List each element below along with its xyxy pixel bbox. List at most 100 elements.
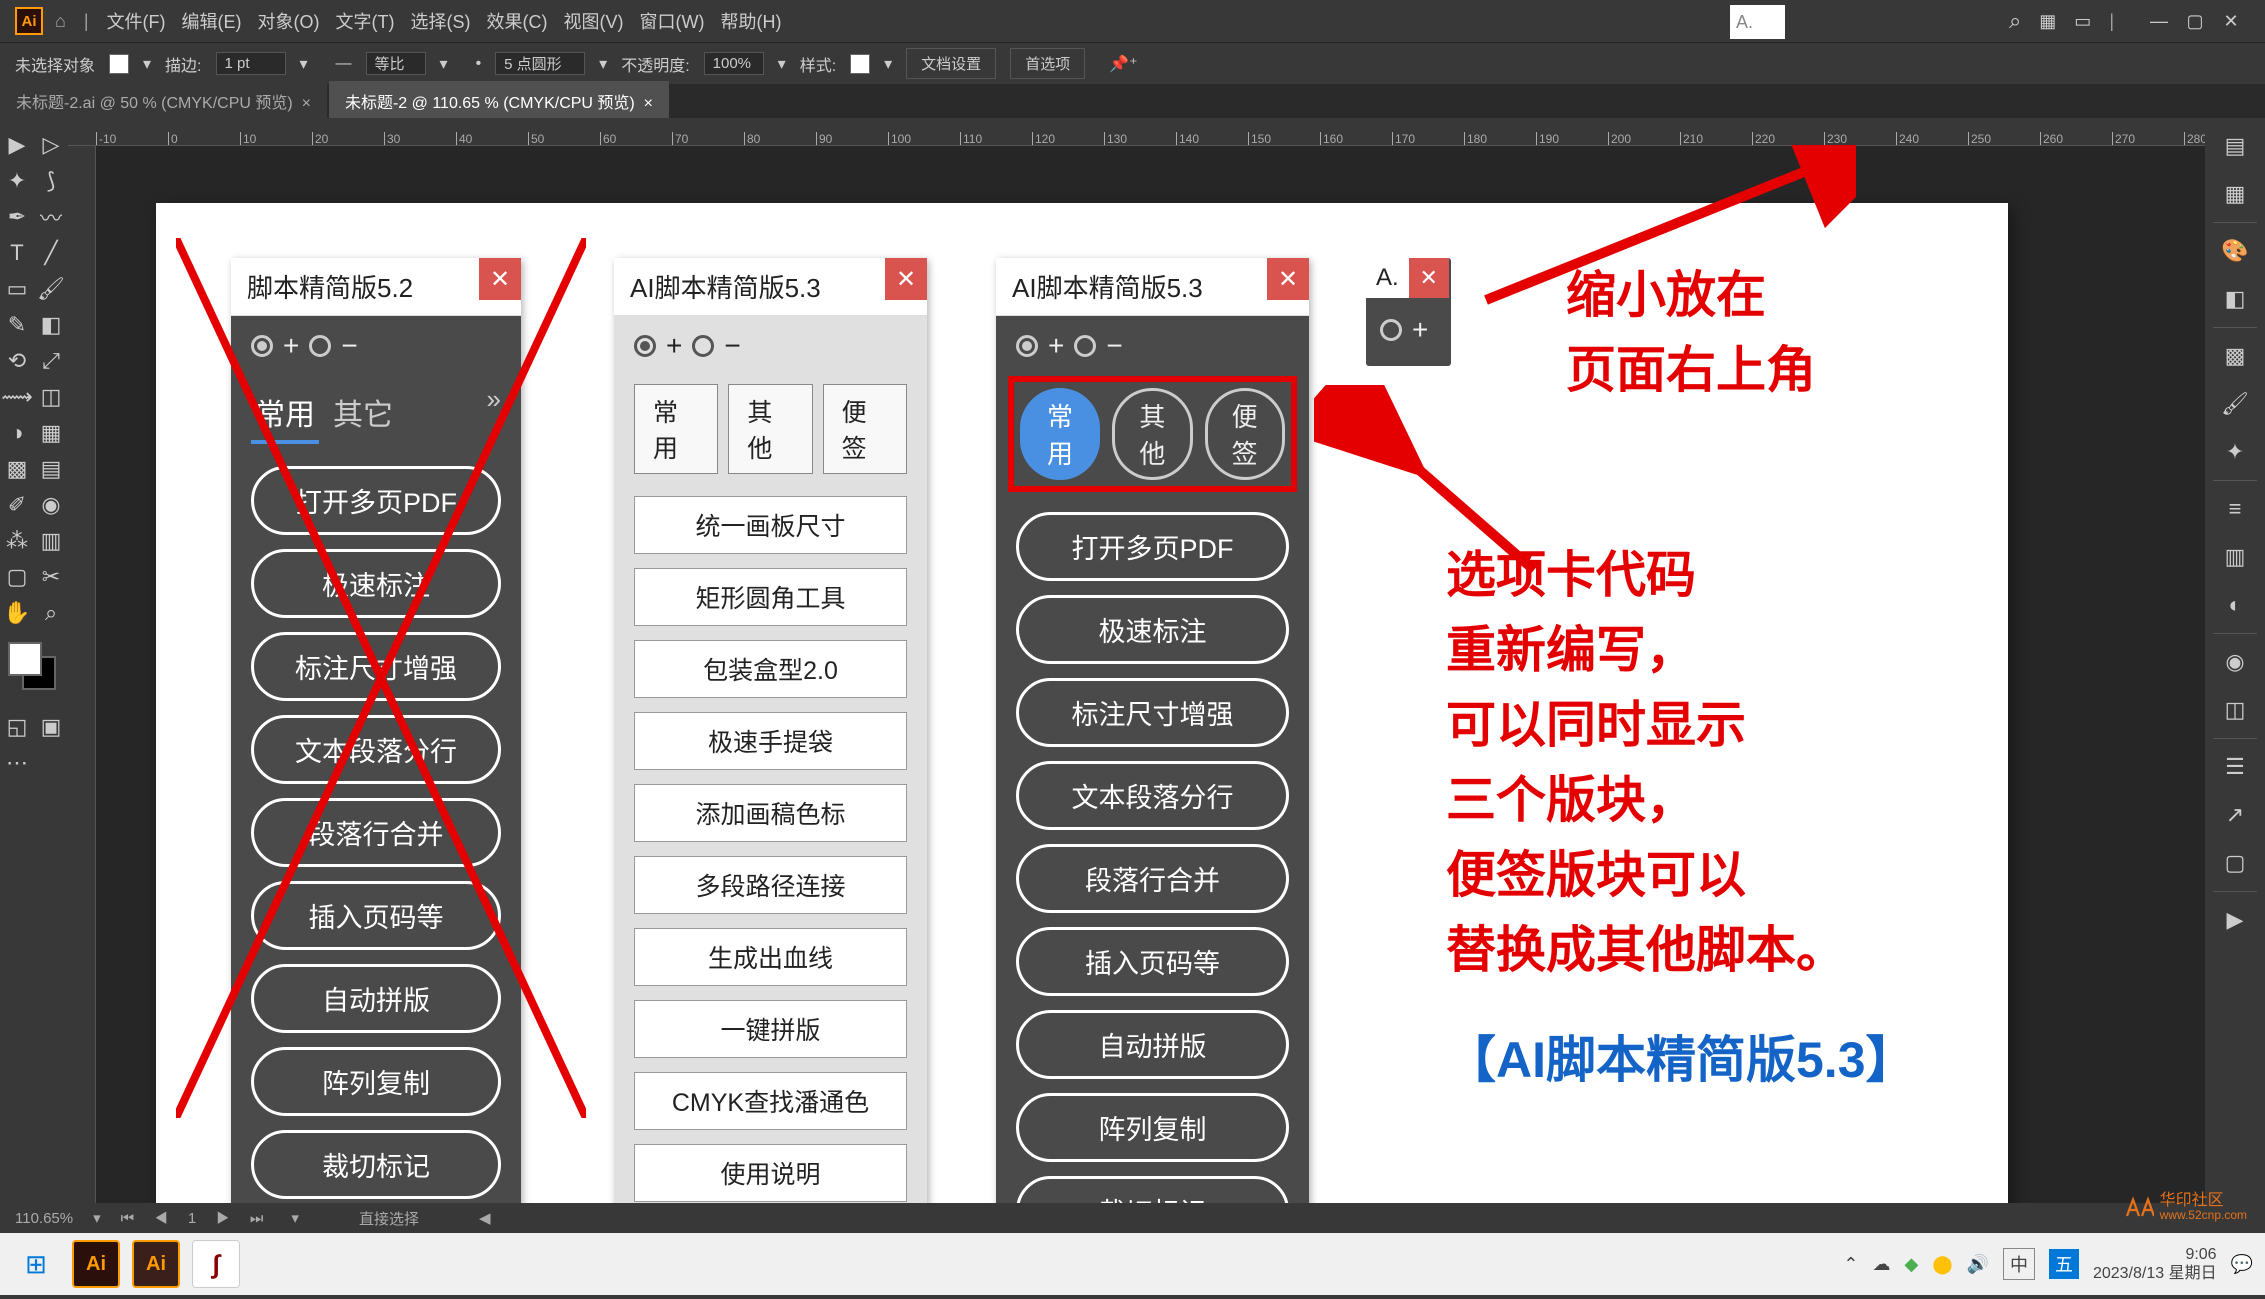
preferences-button[interactable]: 首选项 <box>1010 48 1085 79</box>
radio-on[interactable] <box>251 335 273 357</box>
close-button[interactable]: ✕ <box>479 258 521 300</box>
shaper-tool[interactable]: ✎ <box>0 308 34 342</box>
btn-cmyk-pantone[interactable]: CMYK查找潘通色 <box>634 1072 907 1130</box>
doc-tab-2[interactable]: 未标题-2 @ 110.65 % (CMYK/CPU 预览) × <box>329 81 669 121</box>
stroke-width-input[interactable] <box>216 52 286 75</box>
rotate-tool[interactable]: ⟲ <box>0 344 34 378</box>
btn-merge-lines[interactable]: 段落行合并 <box>1016 844 1289 913</box>
line-tool[interactable]: ╱ <box>34 236 68 270</box>
nav-arrows[interactable]: ⏮ ◀ 1 ▶ ⏭ <box>121 1210 272 1227</box>
btn-insert-page[interactable]: 插入页码等 <box>251 881 501 950</box>
script-search-field[interactable]: A. <box>1730 5 1785 39</box>
arrange-docs-icon[interactable]: ▦ <box>2039 11 2056 32</box>
btn-join-paths[interactable]: 多段路径连接 <box>634 856 907 914</box>
shape-builder-tool[interactable]: ◑ <box>0 416 34 450</box>
tab-common[interactable]: 常用 <box>1020 388 1100 480</box>
menu-type[interactable]: 文字(T) <box>336 8 395 34</box>
magic-wand-tool[interactable]: ✦ <box>0 164 34 198</box>
notifications-icon[interactable]: 💬 <box>2231 1254 2253 1275</box>
tray-volume-icon[interactable]: 🔊 <box>1967 1254 1989 1275</box>
btn-text-split[interactable]: 文本段落分行 <box>251 715 501 784</box>
tab-common[interactable]: 常用 <box>251 384 319 444</box>
btn-box-type[interactable]: 包装盒型2.0 <box>634 640 907 698</box>
tray-net-icon[interactable]: ⬤ <box>1932 1254 1952 1275</box>
asset-panel-icon[interactable]: ↗ <box>2215 795 2255 835</box>
radio-on[interactable] <box>1016 335 1038 357</box>
radio-off[interactable] <box>309 335 331 357</box>
expand-icon[interactable]: » <box>487 384 501 444</box>
tray-ime-icon-zh[interactable]: 中 <box>2003 1248 2035 1280</box>
opacity-input[interactable] <box>704 52 764 75</box>
radio-off[interactable] <box>692 335 714 357</box>
taskbar-app-3[interactable]: ∫ <box>192 1240 240 1288</box>
color-guide-icon[interactable]: ◧ <box>2215 279 2255 319</box>
symbols-panel-icon[interactable]: ✦ <box>2215 432 2255 472</box>
btn-insert-page[interactable]: 插入页码等 <box>1016 927 1289 996</box>
uniform-dropdown[interactable] <box>366 52 426 75</box>
align-icon[interactable]: 📌⁺ <box>1109 54 1137 74</box>
curvature-tool[interactable]: 〰 <box>34 200 68 234</box>
gradient-tool[interactable]: ▤ <box>34 452 68 486</box>
close-button[interactable]: ✕ <box>1267 258 1309 300</box>
close-button[interactable]: ✕ <box>1409 258 1449 298</box>
search-icon[interactable]: ⌕ <box>2009 8 2021 34</box>
graphic-styles-icon[interactable]: ◫ <box>2215 690 2255 730</box>
fill-swatch[interactable] <box>109 54 129 74</box>
pen-tool[interactable]: ✒ <box>0 200 34 234</box>
btn-text-split[interactable]: 文本段落分行 <box>1016 761 1289 830</box>
btn-unify-artboard[interactable]: 统一画板尺寸 <box>634 496 907 554</box>
canvas[interactable]: -100102030405060708090100110120130140150… <box>68 118 2205 1203</box>
menu-help[interactable]: 帮助(H) <box>721 8 782 34</box>
btn-help[interactable]: 使用说明 <box>634 1144 907 1202</box>
width-tool[interactable]: ⟿ <box>0 380 34 414</box>
tab-other[interactable]: 其他 <box>1112 388 1192 480</box>
symbol-sprayer-tool[interactable]: ⁂ <box>0 524 34 558</box>
menu-select[interactable]: 选择(S) <box>411 8 471 34</box>
edit-toolbar[interactable]: ⋯ <box>0 746 34 780</box>
btn-array-copy[interactable]: 阵列复制 <box>1016 1093 1289 1162</box>
drawing-mode[interactable]: ◱ <box>0 710 34 744</box>
btn-bleed-line[interactable]: 生成出血线 <box>634 928 907 986</box>
btn-open-pdf[interactable]: 打开多页PDF <box>1016 512 1289 581</box>
tray-ime-icon[interactable]: 五 <box>2049 1249 2079 1279</box>
btn-dimension[interactable]: 标注尺寸增强 <box>251 632 501 701</box>
stroke-panel-icon[interactable]: ≡ <box>2215 489 2255 529</box>
menu-effect[interactable]: 效果(C) <box>487 8 548 34</box>
mesh-tool[interactable]: ▩ <box>0 452 34 486</box>
hand-tool[interactable]: ✋ <box>0 596 34 630</box>
tab-notes[interactable]: 便签 <box>1205 388 1285 480</box>
tray-cloud-icon[interactable]: ☁ <box>1873 1254 1891 1275</box>
direct-selection-tool[interactable]: ▷ <box>34 128 68 162</box>
libraries-panel-icon[interactable]: ▦ <box>2215 174 2255 214</box>
zoom-level[interactable]: 110.65% <box>15 1210 73 1227</box>
menu-file[interactable]: 文件(F) <box>107 8 166 34</box>
btn-crop-marks[interactable]: 裁切标记 <box>251 1130 501 1199</box>
type-tool[interactable]: T <box>0 236 34 270</box>
home-icon[interactable]: ⌂ <box>55 11 66 32</box>
brushes-panel-icon[interactable]: 🖌 <box>2215 384 2255 424</box>
menu-view[interactable]: 视图(V) <box>564 8 624 34</box>
layers-panel-icon[interactable]: ☰ <box>2215 747 2255 787</box>
rectangle-tool[interactable]: ▭ <box>0 272 34 306</box>
tab-other[interactable]: 其它 <box>329 384 397 444</box>
tray-security-icon[interactable]: ◆ <box>1905 1254 1919 1275</box>
appearance-panel-icon[interactable]: ◉ <box>2215 642 2255 682</box>
lasso-tool[interactable]: ⟆ <box>34 164 68 198</box>
scale-tool[interactable]: ⤢ <box>34 344 68 378</box>
btn-auto-layout[interactable]: 自动拼版 <box>1016 1010 1289 1079</box>
doc-tab-1[interactable]: 未标题-2.ai @ 50 % (CMYK/CPU 预览) × <box>0 81 327 121</box>
perspective-tool[interactable]: ▦ <box>34 416 68 450</box>
taskbar-ai-2[interactable]: Ai <box>132 1240 180 1288</box>
swatches-panel-icon[interactable]: ▩ <box>2215 336 2255 376</box>
tab-notes[interactable]: 便签 <box>823 384 907 474</box>
blend-tool[interactable]: ◉ <box>34 488 68 522</box>
style-swatch[interactable] <box>850 54 870 74</box>
workspace-switcher-icon[interactable]: ▭ <box>2074 11 2091 32</box>
eraser-tool[interactable]: ◧ <box>34 308 68 342</box>
menu-object[interactable]: 对象(O) <box>258 8 320 34</box>
btn-one-click-layout[interactable]: 一键拼版 <box>634 1000 907 1058</box>
horizontal-ruler[interactable]: -100102030405060708090100110120130140150… <box>68 118 2205 146</box>
color-panel-icon[interactable]: 🎨 <box>2215 231 2255 271</box>
btn-crop-marks[interactable]: 裁切标记 <box>1016 1176 1289 1203</box>
menu-edit[interactable]: 编辑(E) <box>182 8 242 34</box>
